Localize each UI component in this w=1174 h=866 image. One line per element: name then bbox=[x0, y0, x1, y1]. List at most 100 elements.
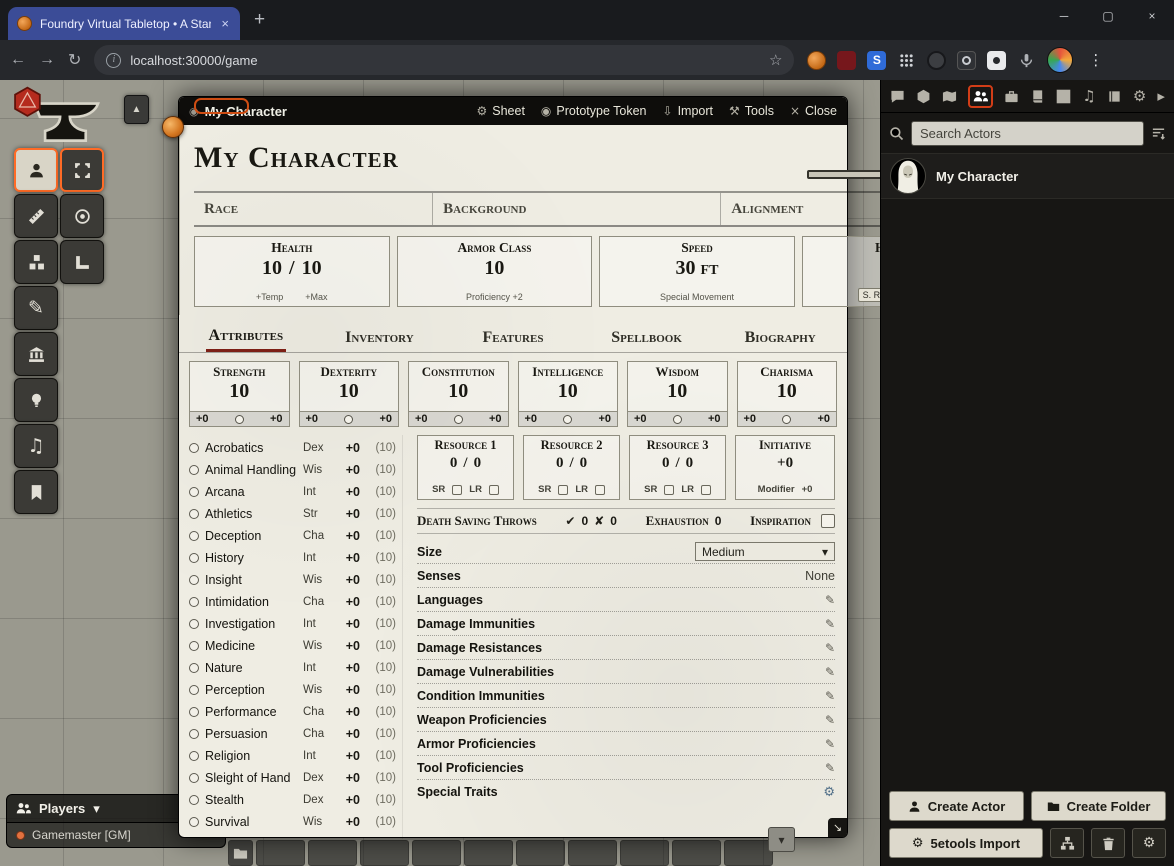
ability-save-mod[interactable]: +0 bbox=[306, 413, 319, 425]
extension-icon[interactable] bbox=[807, 51, 826, 70]
sounds-layer-button[interactable]: ♫ bbox=[14, 424, 58, 468]
extension-icon[interactable] bbox=[897, 51, 916, 70]
skill-proficiency-toggle[interactable] bbox=[189, 465, 199, 475]
ability-score[interactable]: 10 bbox=[190, 380, 289, 411]
macro-slot[interactable] bbox=[568, 840, 617, 866]
macro-slot[interactable] bbox=[464, 840, 513, 866]
import-button[interactable]: ⇩ Import bbox=[663, 104, 714, 118]
back-icon[interactable]: ← bbox=[10, 51, 26, 69]
skill-row[interactable]: Arcana Int +0 (10) bbox=[189, 481, 396, 503]
skill-proficiency-toggle[interactable] bbox=[189, 751, 199, 761]
settings-button[interactable]: ⚙ bbox=[1132, 828, 1166, 858]
hp-temp-label[interactable]: +Temp bbox=[256, 292, 283, 302]
resource-max[interactable]: 0 bbox=[686, 455, 694, 472]
skill-proficiency-toggle[interactable] bbox=[189, 641, 199, 651]
death-failure-count[interactable]: 0 bbox=[610, 514, 617, 528]
edit-icon[interactable]: ✎ bbox=[825, 617, 835, 631]
skill-row[interactable]: Investigation Int +0 (10) bbox=[189, 613, 396, 635]
edit-icon[interactable]: ✎ bbox=[825, 665, 835, 679]
ability-score[interactable]: 10 bbox=[409, 380, 508, 411]
tab-scenes[interactable] bbox=[942, 89, 957, 104]
skill-row[interactable]: Perception Wis +0 (10) bbox=[189, 679, 396, 701]
macro-slot[interactable] bbox=[308, 840, 357, 866]
special-movement-label[interactable]: Special Movement bbox=[660, 292, 734, 302]
macro-slot[interactable] bbox=[620, 840, 669, 866]
resource-title[interactable]: Resource 1 bbox=[435, 436, 497, 453]
extension-icon[interactable] bbox=[987, 51, 1006, 70]
extension-icon[interactable]: S bbox=[867, 51, 886, 70]
sheet-config-button[interactable]: ⚙ Sheet bbox=[476, 104, 524, 118]
search-actors-input[interactable] bbox=[911, 121, 1144, 146]
skill-proficiency-toggle[interactable] bbox=[189, 663, 199, 673]
minimize-icon[interactable]: ─ bbox=[1042, 0, 1086, 32]
tab-close-icon[interactable]: × bbox=[219, 16, 231, 31]
bookmark-star-icon[interactable]: ☆ bbox=[769, 51, 782, 69]
edit-icon[interactable]: ✎ bbox=[825, 737, 835, 751]
tools-button[interactable]: ⚒ Tools bbox=[729, 104, 774, 118]
skill-row[interactable]: Deception Cha +0 (10) bbox=[189, 525, 396, 547]
ability-score[interactable]: 10 bbox=[628, 380, 727, 411]
sr-checkbox[interactable] bbox=[452, 485, 462, 495]
tab-attributes[interactable]: Attributes bbox=[179, 323, 313, 352]
initiative-modifier-value[interactable]: +0 bbox=[802, 484, 813, 495]
skill-row[interactable]: Religion Int +0 (10) bbox=[189, 745, 396, 767]
skill-row[interactable]: Stealth Dex +0 (10) bbox=[189, 789, 396, 811]
initiative-value[interactable]: +0 bbox=[777, 455, 793, 472]
tab-tables[interactable] bbox=[1056, 89, 1071, 104]
senses-value[interactable]: None bbox=[805, 569, 835, 583]
sr-checkbox[interactable] bbox=[558, 485, 568, 495]
death-success-icon[interactable]: ✔ bbox=[565, 514, 575, 528]
tab-items[interactable] bbox=[1004, 89, 1019, 104]
skill-proficiency-toggle[interactable] bbox=[189, 509, 199, 519]
lighting-layer-button[interactable] bbox=[14, 378, 58, 422]
resource-max[interactable]: 0 bbox=[580, 455, 588, 472]
drawings-layer-button[interactable]: ✎ bbox=[14, 286, 58, 330]
resource-max[interactable]: 0 bbox=[474, 455, 482, 472]
prototype-token-button[interactable]: ◉ Prototype Token bbox=[541, 104, 647, 118]
macro-slot[interactable] bbox=[672, 840, 721, 866]
skill-row[interactable]: Nature Int +0 (10) bbox=[189, 657, 396, 679]
extension-icon[interactable] bbox=[957, 51, 976, 70]
target-tool-button[interactable] bbox=[60, 194, 104, 238]
macro-slot[interactable] bbox=[724, 840, 773, 866]
lr-checkbox[interactable] bbox=[489, 485, 499, 495]
skill-proficiency-toggle[interactable] bbox=[189, 619, 199, 629]
skill-proficiency-toggle[interactable] bbox=[189, 553, 199, 563]
browser-tab[interactable]: Foundry Virtual Tabletop • A Stan × bbox=[8, 7, 240, 40]
skill-row[interactable]: Sleight of Hand Dex +0 (10) bbox=[189, 767, 396, 789]
character-name[interactable]: My Character bbox=[194, 131, 807, 185]
hp-current[interactable]: 10 bbox=[262, 257, 282, 280]
address-bar[interactable]: i localhost:30000/game ☆ bbox=[94, 45, 794, 75]
exhaustion-value[interactable]: 0 bbox=[715, 514, 722, 528]
skill-row[interactable]: Performance Cha +0 (10) bbox=[189, 701, 396, 723]
macro-slot[interactable] bbox=[412, 840, 461, 866]
edit-icon[interactable]: ✎ bbox=[825, 593, 835, 607]
ability-score[interactable]: 10 bbox=[519, 380, 618, 411]
skill-proficiency-toggle[interactable] bbox=[189, 795, 199, 805]
ac-value[interactable]: 10 bbox=[484, 257, 504, 280]
sidebar-collapse-button[interactable]: ▸ bbox=[1157, 87, 1165, 105]
skill-row[interactable]: Acrobatics Dex +0 (10) bbox=[189, 437, 396, 459]
angle-ruler-tool-button[interactable] bbox=[60, 240, 104, 284]
ability-check-mod[interactable]: +0 bbox=[379, 413, 392, 425]
speed-value[interactable]: 30 ft bbox=[676, 257, 719, 280]
5etools-import-button[interactable]: ⚙ 5etools Import bbox=[889, 828, 1043, 858]
window-titlebar[interactable]: ◉ My Character ⚙ Sheet ◉ Prototype Token… bbox=[179, 97, 847, 125]
skill-row[interactable]: Survival Wis +0 (10) bbox=[189, 811, 396, 833]
tab-settings[interactable]: ⚙ bbox=[1133, 87, 1146, 105]
skill-row[interactable]: Animal Handling Wis +0 (10) bbox=[189, 459, 396, 481]
skill-row[interactable]: Athletics Str +0 (10) bbox=[189, 503, 396, 525]
sr-checkbox[interactable] bbox=[664, 485, 674, 495]
tab-inventory[interactable]: Inventory bbox=[313, 325, 447, 351]
size-select[interactable]: Medium▾ bbox=[695, 542, 835, 561]
ability-check-mod[interactable]: +0 bbox=[708, 413, 721, 425]
tab-chat[interactable] bbox=[890, 89, 905, 104]
skill-proficiency-toggle[interactable] bbox=[189, 531, 199, 541]
resource-title[interactable]: Resource 2 bbox=[541, 436, 603, 453]
skill-row[interactable]: Insight Wis +0 (10) bbox=[189, 569, 396, 591]
skill-proficiency-toggle[interactable] bbox=[189, 685, 199, 695]
hp-tempmax-label[interactable]: +Max bbox=[305, 292, 327, 302]
ability-score[interactable]: 10 bbox=[738, 380, 837, 411]
save-proficiency-toggle[interactable] bbox=[782, 415, 791, 424]
site-info-icon[interactable]: i bbox=[106, 53, 121, 68]
